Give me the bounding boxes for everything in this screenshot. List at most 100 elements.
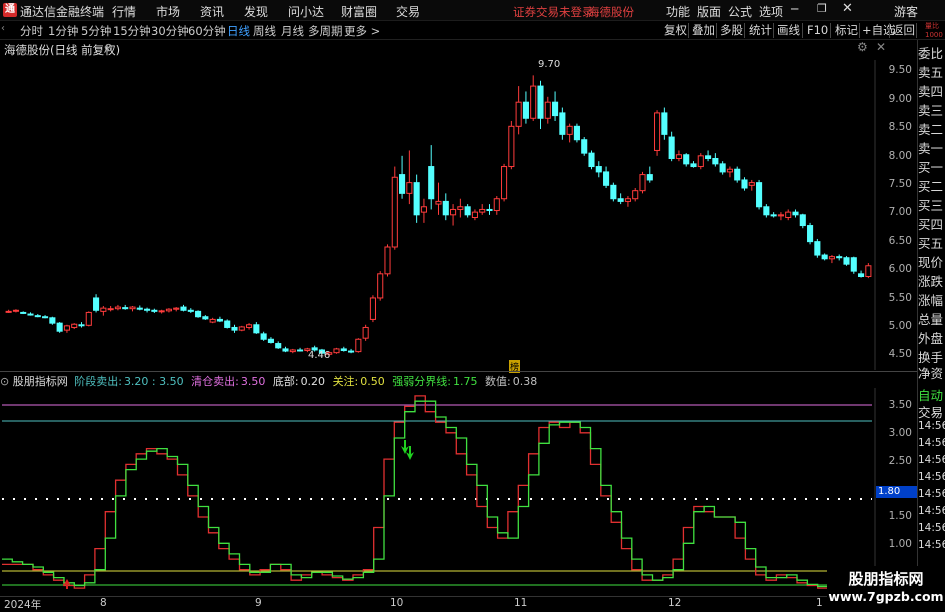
- period-1min[interactable]: 1分钟: [48, 23, 78, 39]
- candle-down: [734, 168, 741, 181]
- candle-down: [340, 348, 347, 352]
- candle-down: [195, 310, 202, 318]
- period-30min[interactable]: 30分钟: [151, 23, 189, 39]
- period-5min[interactable]: 5分钟: [81, 23, 111, 39]
- menu-item-faxian[interactable]: 发现: [244, 3, 268, 20]
- candle-up: [355, 338, 362, 353]
- quote-outer-vol[interactable]: 外盘: [918, 329, 945, 348]
- period-monthly[interactable]: 月线: [281, 23, 304, 39]
- menu-item-caifuquan[interactable]: 财富圈: [341, 3, 377, 20]
- quote-volume[interactable]: 总量: [918, 310, 945, 329]
- candle-up: [85, 311, 92, 326]
- menu-item-shichang[interactable]: 市场: [156, 3, 180, 20]
- menu-item-zixun[interactable]: 资讯: [200, 3, 224, 20]
- candle-up: [384, 246, 391, 275]
- tool-duogu[interactable]: 多股: [720, 22, 743, 39]
- close-icon[interactable]: ✕: [842, 1, 853, 16]
- candle-down: [464, 206, 471, 216]
- watermark: 股朋指标网 www.7gpzb.com: [827, 566, 945, 609]
- y-tick-label: 8.50: [888, 121, 912, 133]
- candle-down: [581, 139, 588, 154]
- quote-buy1[interactable]: 买一: [918, 158, 945, 177]
- indicator-dropdown-icon[interactable]: ⊙: [0, 375, 9, 388]
- collapse-left-icon[interactable]: ‹: [1, 23, 5, 34]
- minimize-icon[interactable]: ─: [791, 2, 798, 16]
- quote-price[interactable]: 现价: [918, 253, 945, 272]
- tool-back[interactable]: 返回: [892, 22, 915, 39]
- param-jieduan-label: 阶段卖出:: [74, 375, 122, 388]
- candle-down: [668, 136, 675, 160]
- quote-change-pct[interactable]: 涨幅: [918, 291, 945, 310]
- quote-buy2[interactable]: 买二: [918, 177, 945, 196]
- toolbar-divider: [802, 23, 803, 38]
- candle-down: [486, 208, 493, 212]
- quote-net-assets[interactable]: 净资: [918, 367, 945, 383]
- candle-up: [501, 166, 508, 200]
- toolbar-divider: [773, 23, 774, 38]
- series-line-boundary: [2, 400, 828, 588]
- candle-group: [5, 75, 872, 357]
- candle-up: [362, 326, 369, 339]
- period-15min[interactable]: 15分钟: [113, 23, 151, 39]
- quote-sell4[interactable]: 卖四: [918, 82, 945, 101]
- quote-buy3[interactable]: 买三: [918, 196, 945, 215]
- watermark-title: 股朋指标网: [848, 570, 924, 588]
- quote-sell1[interactable]: 卖一: [918, 139, 945, 158]
- period-multi[interactable]: 多周期: [308, 23, 343, 39]
- quote-weibi[interactable]: 委比: [918, 44, 945, 63]
- candle-down: [122, 307, 129, 310]
- candle-up: [675, 154, 682, 159]
- quote-sell5[interactable]: 卖五: [918, 63, 945, 82]
- date-axis: [0, 596, 918, 609]
- candle-down: [56, 322, 63, 332]
- candle-up: [238, 326, 245, 331]
- login-status[interactable]: 证券交易未登录: [513, 4, 594, 20]
- menu-item-xuanxiang[interactable]: 选项: [759, 3, 783, 20]
- quote-sell2[interactable]: 卖二: [918, 120, 945, 139]
- param-dibu-label: 底部:: [272, 375, 299, 388]
- watermark-url: www.7gpzb.com: [828, 589, 944, 604]
- menu-item-gongshi[interactable]: 公式: [728, 3, 752, 20]
- candle-down: [705, 155, 712, 160]
- menu-item-jiaoyi[interactable]: 交易: [396, 3, 420, 20]
- period-daily[interactable]: 日线: [227, 23, 250, 39]
- quote-buy4[interactable]: 买四: [918, 215, 945, 234]
- time-label: 14:56: [918, 420, 945, 432]
- trade-label[interactable]: 交易: [918, 402, 943, 421]
- quote-buy5[interactable]: 买五: [918, 234, 945, 253]
- candle-up: [158, 310, 165, 313]
- candle-down: [399, 174, 406, 194]
- tool-tongji[interactable]: 统计: [749, 22, 772, 39]
- candle-down: [617, 198, 624, 202]
- quote-turnover[interactable]: 换手: [918, 348, 945, 367]
- menu-item-hangqing[interactable]: 行情: [112, 3, 136, 20]
- candle-up: [71, 323, 78, 328]
- tool-biaoji[interactable]: 标记: [835, 22, 858, 39]
- time-label: 14:56: [918, 522, 945, 534]
- tool-f10[interactable]: F10: [807, 22, 828, 39]
- menu-item-gongneng[interactable]: 功能: [666, 3, 690, 20]
- candle-down: [216, 318, 223, 322]
- quote-change[interactable]: 涨跌: [918, 272, 945, 291]
- toolbar-divider: [744, 23, 745, 38]
- tool-fuquan[interactable]: 复权: [664, 22, 687, 39]
- tool-huaxian[interactable]: 画线: [777, 22, 800, 39]
- indicator-name[interactable]: 股朋指标网: [13, 375, 68, 388]
- candle-down: [231, 326, 238, 331]
- candle-down: [552, 101, 559, 117]
- period-fenshi[interactable]: 分时: [20, 23, 43, 39]
- candlestick-chart[interactable]: [0, 40, 918, 370]
- restore-icon[interactable]: ❐: [817, 2, 827, 15]
- period-60min[interactable]: 60分钟: [188, 23, 226, 39]
- menu-item-banmian[interactable]: 版面: [697, 3, 721, 20]
- period-more[interactable]: 更多 >: [344, 23, 380, 39]
- quote-sell3[interactable]: 卖三: [918, 101, 945, 120]
- tool-diejia[interactable]: 叠加: [692, 22, 715, 39]
- indicator-chart[interactable]: [0, 388, 918, 596]
- menu-item-wenxiaoda[interactable]: 问小达: [288, 3, 324, 20]
- toolbar-divider: [716, 23, 717, 38]
- guest-label[interactable]: 游客: [894, 3, 918, 20]
- date-label: 12: [668, 597, 682, 609]
- candle-up: [639, 174, 646, 192]
- period-weekly[interactable]: 周线: [253, 23, 276, 39]
